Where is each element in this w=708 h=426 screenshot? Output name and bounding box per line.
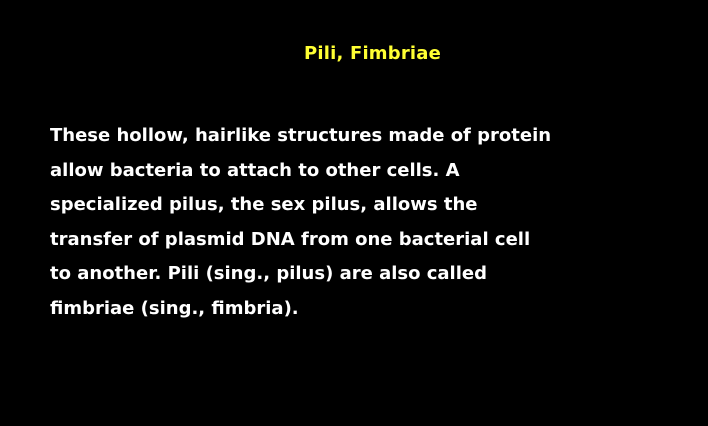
slide: Pili, Fimbriae These hollow, hairlike st…	[0, 0, 708, 426]
body-line: transfer of plasmid DNA from one bacteri…	[50, 228, 531, 250]
body-line: to another. Pili (sing., pilus) are also…	[50, 263, 487, 284]
body-line: specialized pilus, the sex pilus, allows…	[50, 194, 478, 215]
body-line: These hollow, hairlike structures made o…	[50, 125, 552, 146]
body-line: fimbriae (sing., fimbria).	[50, 297, 299, 319]
body-line: allow bacteria to attach to other cells.…	[50, 159, 460, 181]
slide-title: Pili, Fimbriae	[303, 43, 442, 64]
slide-body-text: These hollow, hairlike structures made o…	[50, 119, 650, 326]
